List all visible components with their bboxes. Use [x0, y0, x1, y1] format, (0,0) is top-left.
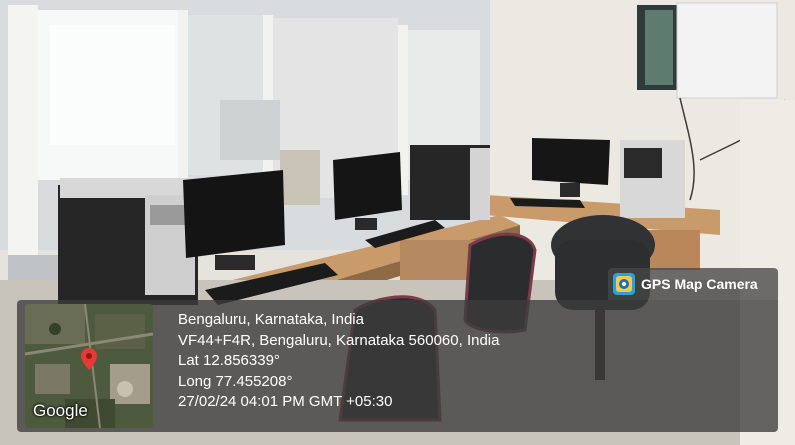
monitor: [333, 152, 402, 220]
gps-map-camera-icon: [613, 273, 635, 295]
geotag-info: Bengaluru, Karnataka, India VF44+F4R, Be…: [178, 310, 499, 413]
monitor-stand: [560, 183, 580, 197]
window-glass: [50, 25, 175, 145]
address: VF44+F4R, Bengaluru, Karnataka 560060, I…: [178, 331, 500, 349]
longitude: Long 77.455208°: [178, 372, 293, 390]
cpu-drive: [150, 205, 190, 225]
app-badge: GPS Map Camera: [608, 268, 778, 300]
map-pin-icon: [81, 348, 97, 370]
google-logo: Google: [33, 401, 88, 420]
datetime: 27/02/24 04:01 PM GMT +05:30: [178, 393, 393, 410]
wall-box: [676, 2, 778, 99]
map-thumbnail[interactable]: Google: [25, 304, 153, 428]
monitor: [532, 138, 610, 185]
monitor-stand: [355, 218, 377, 230]
window-sill: [8, 255, 58, 280]
monitor: [183, 170, 285, 258]
cpu-front: [470, 148, 490, 220]
window-frame: [8, 5, 38, 265]
app-name: GPS Map Camera: [641, 276, 758, 292]
back-object: [220, 100, 280, 160]
location-title: Bengaluru, Karnataka, India: [178, 311, 364, 328]
window-mullion: [178, 10, 188, 200]
wall-screen-glass: [645, 10, 673, 85]
monitor-stand: [215, 255, 255, 270]
paper-stack: [280, 150, 320, 205]
cpu-panel: [624, 148, 662, 178]
latitude: Lat 12.856339°: [178, 352, 280, 369]
